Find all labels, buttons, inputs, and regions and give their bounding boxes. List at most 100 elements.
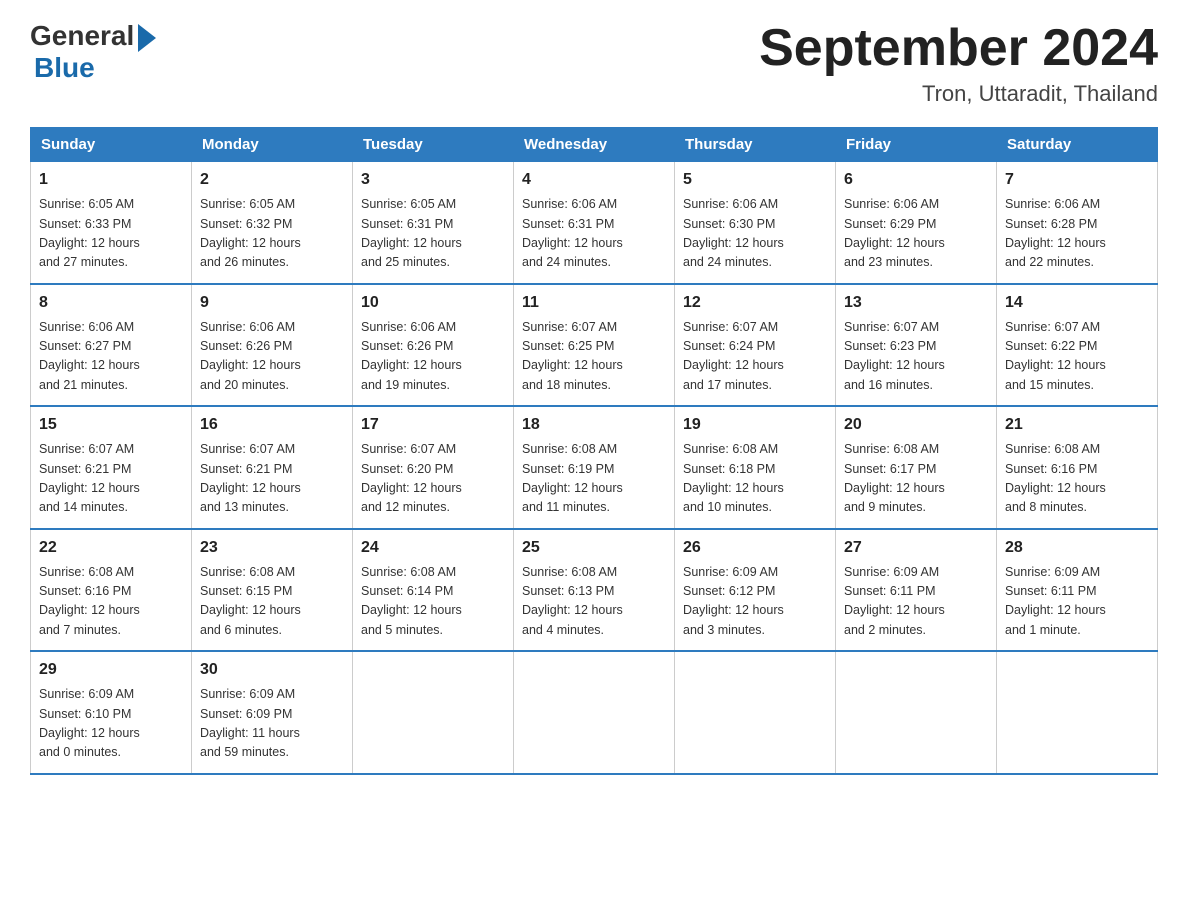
calendar-cell — [997, 651, 1158, 774]
day-number: 27 — [844, 536, 988, 560]
calendar-cell: 3 Sunrise: 6:05 AMSunset: 6:31 PMDayligh… — [353, 162, 514, 284]
calendar-cell: 24 Sunrise: 6:08 AMSunset: 6:14 PMDaylig… — [353, 529, 514, 652]
calendar-cell: 23 Sunrise: 6:08 AMSunset: 6:15 PMDaylig… — [192, 529, 353, 652]
header-thursday: Thursday — [675, 128, 836, 162]
header-tuesday: Tuesday — [353, 128, 514, 162]
day-info: Sunrise: 6:05 AMSunset: 6:32 PMDaylight:… — [200, 195, 344, 273]
day-number: 12 — [683, 291, 827, 315]
day-number: 19 — [683, 413, 827, 437]
day-number: 18 — [522, 413, 666, 437]
logo: General Blue — [30, 20, 156, 84]
calendar-cell — [514, 651, 675, 774]
day-info: Sunrise: 6:05 AMSunset: 6:33 PMDaylight:… — [39, 195, 183, 273]
calendar-cell: 4 Sunrise: 6:06 AMSunset: 6:31 PMDayligh… — [514, 162, 675, 284]
calendar-cell: 26 Sunrise: 6:09 AMSunset: 6:12 PMDaylig… — [675, 529, 836, 652]
logo-general-text: General — [30, 20, 134, 52]
day-info: Sunrise: 6:06 AMSunset: 6:28 PMDaylight:… — [1005, 195, 1149, 273]
day-info: Sunrise: 6:08 AMSunset: 6:18 PMDaylight:… — [683, 440, 827, 518]
day-number: 14 — [1005, 291, 1149, 315]
calendar-cell: 6 Sunrise: 6:06 AMSunset: 6:29 PMDayligh… — [836, 162, 997, 284]
calendar-cell: 20 Sunrise: 6:08 AMSunset: 6:17 PMDaylig… — [836, 406, 997, 529]
day-number: 6 — [844, 168, 988, 192]
day-number: 16 — [200, 413, 344, 437]
calendar-cell: 10 Sunrise: 6:06 AMSunset: 6:26 PMDaylig… — [353, 284, 514, 407]
calendar-cell — [836, 651, 997, 774]
calendar-cell: 5 Sunrise: 6:06 AMSunset: 6:30 PMDayligh… — [675, 162, 836, 284]
header-wednesday: Wednesday — [514, 128, 675, 162]
day-info: Sunrise: 6:06 AMSunset: 6:30 PMDaylight:… — [683, 195, 827, 273]
day-number: 4 — [522, 168, 666, 192]
day-number: 9 — [200, 291, 344, 315]
calendar-cell: 7 Sunrise: 6:06 AMSunset: 6:28 PMDayligh… — [997, 162, 1158, 284]
day-number: 26 — [683, 536, 827, 560]
calendar-cell: 9 Sunrise: 6:06 AMSunset: 6:26 PMDayligh… — [192, 284, 353, 407]
calendar-cell: 27 Sunrise: 6:09 AMSunset: 6:11 PMDaylig… — [836, 529, 997, 652]
day-number: 15 — [39, 413, 183, 437]
calendar-cell: 15 Sunrise: 6:07 AMSunset: 6:21 PMDaylig… — [31, 406, 192, 529]
calendar-cell: 1 Sunrise: 6:05 AMSunset: 6:33 PMDayligh… — [31, 162, 192, 284]
calendar-table: Sunday Monday Tuesday Wednesday Thursday… — [30, 127, 1158, 775]
logo-blue-text: Blue — [34, 52, 95, 84]
calendar-cell — [675, 651, 836, 774]
day-number: 7 — [1005, 168, 1149, 192]
calendar-cell: 22 Sunrise: 6:08 AMSunset: 6:16 PMDaylig… — [31, 529, 192, 652]
day-number: 2 — [200, 168, 344, 192]
day-info: Sunrise: 6:08 AMSunset: 6:14 PMDaylight:… — [361, 563, 505, 641]
day-info: Sunrise: 6:07 AMSunset: 6:23 PMDaylight:… — [844, 318, 988, 396]
calendar-cell: 13 Sunrise: 6:07 AMSunset: 6:23 PMDaylig… — [836, 284, 997, 407]
day-number: 25 — [522, 536, 666, 560]
calendar-cell: 17 Sunrise: 6:07 AMSunset: 6:20 PMDaylig… — [353, 406, 514, 529]
calendar-body: 1 Sunrise: 6:05 AMSunset: 6:33 PMDayligh… — [31, 162, 1158, 774]
day-info: Sunrise: 6:05 AMSunset: 6:31 PMDaylight:… — [361, 195, 505, 273]
day-info: Sunrise: 6:07 AMSunset: 6:21 PMDaylight:… — [39, 440, 183, 518]
day-number: 8 — [39, 291, 183, 315]
page-header: General Blue September 2024 Tron, Uttara… — [30, 20, 1158, 107]
header-friday: Friday — [836, 128, 997, 162]
calendar-cell: 8 Sunrise: 6:06 AMSunset: 6:27 PMDayligh… — [31, 284, 192, 407]
day-info: Sunrise: 6:09 AMSunset: 6:11 PMDaylight:… — [1005, 563, 1149, 641]
day-number: 10 — [361, 291, 505, 315]
calendar-cell: 25 Sunrise: 6:08 AMSunset: 6:13 PMDaylig… — [514, 529, 675, 652]
day-number: 5 — [683, 168, 827, 192]
title-area: September 2024 Tron, Uttaradit, Thailand — [759, 20, 1158, 107]
calendar-cell: 19 Sunrise: 6:08 AMSunset: 6:18 PMDaylig… — [675, 406, 836, 529]
day-number: 20 — [844, 413, 988, 437]
calendar-cell: 28 Sunrise: 6:09 AMSunset: 6:11 PMDaylig… — [997, 529, 1158, 652]
day-number: 13 — [844, 291, 988, 315]
day-info: Sunrise: 6:07 AMSunset: 6:22 PMDaylight:… — [1005, 318, 1149, 396]
day-info: Sunrise: 6:07 AMSunset: 6:24 PMDaylight:… — [683, 318, 827, 396]
day-info: Sunrise: 6:06 AMSunset: 6:26 PMDaylight:… — [200, 318, 344, 396]
day-info: Sunrise: 6:06 AMSunset: 6:31 PMDaylight:… — [522, 195, 666, 273]
day-info: Sunrise: 6:07 AMSunset: 6:21 PMDaylight:… — [200, 440, 344, 518]
day-number: 30 — [200, 658, 344, 682]
day-number: 17 — [361, 413, 505, 437]
calendar-cell: 30 Sunrise: 6:09 AMSunset: 6:09 PMDaylig… — [192, 651, 353, 774]
day-number: 29 — [39, 658, 183, 682]
day-number: 11 — [522, 291, 666, 315]
day-info: Sunrise: 6:08 AMSunset: 6:16 PMDaylight:… — [39, 563, 183, 641]
day-info: Sunrise: 6:06 AMSunset: 6:27 PMDaylight:… — [39, 318, 183, 396]
month-year-title: September 2024 — [759, 20, 1158, 77]
day-info: Sunrise: 6:08 AMSunset: 6:19 PMDaylight:… — [522, 440, 666, 518]
calendar-cell: 16 Sunrise: 6:07 AMSunset: 6:21 PMDaylig… — [192, 406, 353, 529]
day-info: Sunrise: 6:09 AMSunset: 6:10 PMDaylight:… — [39, 685, 183, 763]
calendar-cell: 18 Sunrise: 6:08 AMSunset: 6:19 PMDaylig… — [514, 406, 675, 529]
header-monday: Monday — [192, 128, 353, 162]
day-info: Sunrise: 6:08 AMSunset: 6:16 PMDaylight:… — [1005, 440, 1149, 518]
calendar-cell: 14 Sunrise: 6:07 AMSunset: 6:22 PMDaylig… — [997, 284, 1158, 407]
day-number: 3 — [361, 168, 505, 192]
day-number: 24 — [361, 536, 505, 560]
day-info: Sunrise: 6:09 AMSunset: 6:09 PMDaylight:… — [200, 685, 344, 763]
day-info: Sunrise: 6:07 AMSunset: 6:25 PMDaylight:… — [522, 318, 666, 396]
day-number: 21 — [1005, 413, 1149, 437]
logo-arrow-icon — [138, 24, 156, 52]
day-info: Sunrise: 6:06 AMSunset: 6:26 PMDaylight:… — [361, 318, 505, 396]
calendar-cell: 11 Sunrise: 6:07 AMSunset: 6:25 PMDaylig… — [514, 284, 675, 407]
calendar-cell: 2 Sunrise: 6:05 AMSunset: 6:32 PMDayligh… — [192, 162, 353, 284]
day-info: Sunrise: 6:08 AMSunset: 6:17 PMDaylight:… — [844, 440, 988, 518]
day-number: 1 — [39, 168, 183, 192]
day-info: Sunrise: 6:09 AMSunset: 6:12 PMDaylight:… — [683, 563, 827, 641]
day-info: Sunrise: 6:06 AMSunset: 6:29 PMDaylight:… — [844, 195, 988, 273]
day-info: Sunrise: 6:09 AMSunset: 6:11 PMDaylight:… — [844, 563, 988, 641]
header-sunday: Sunday — [31, 128, 192, 162]
